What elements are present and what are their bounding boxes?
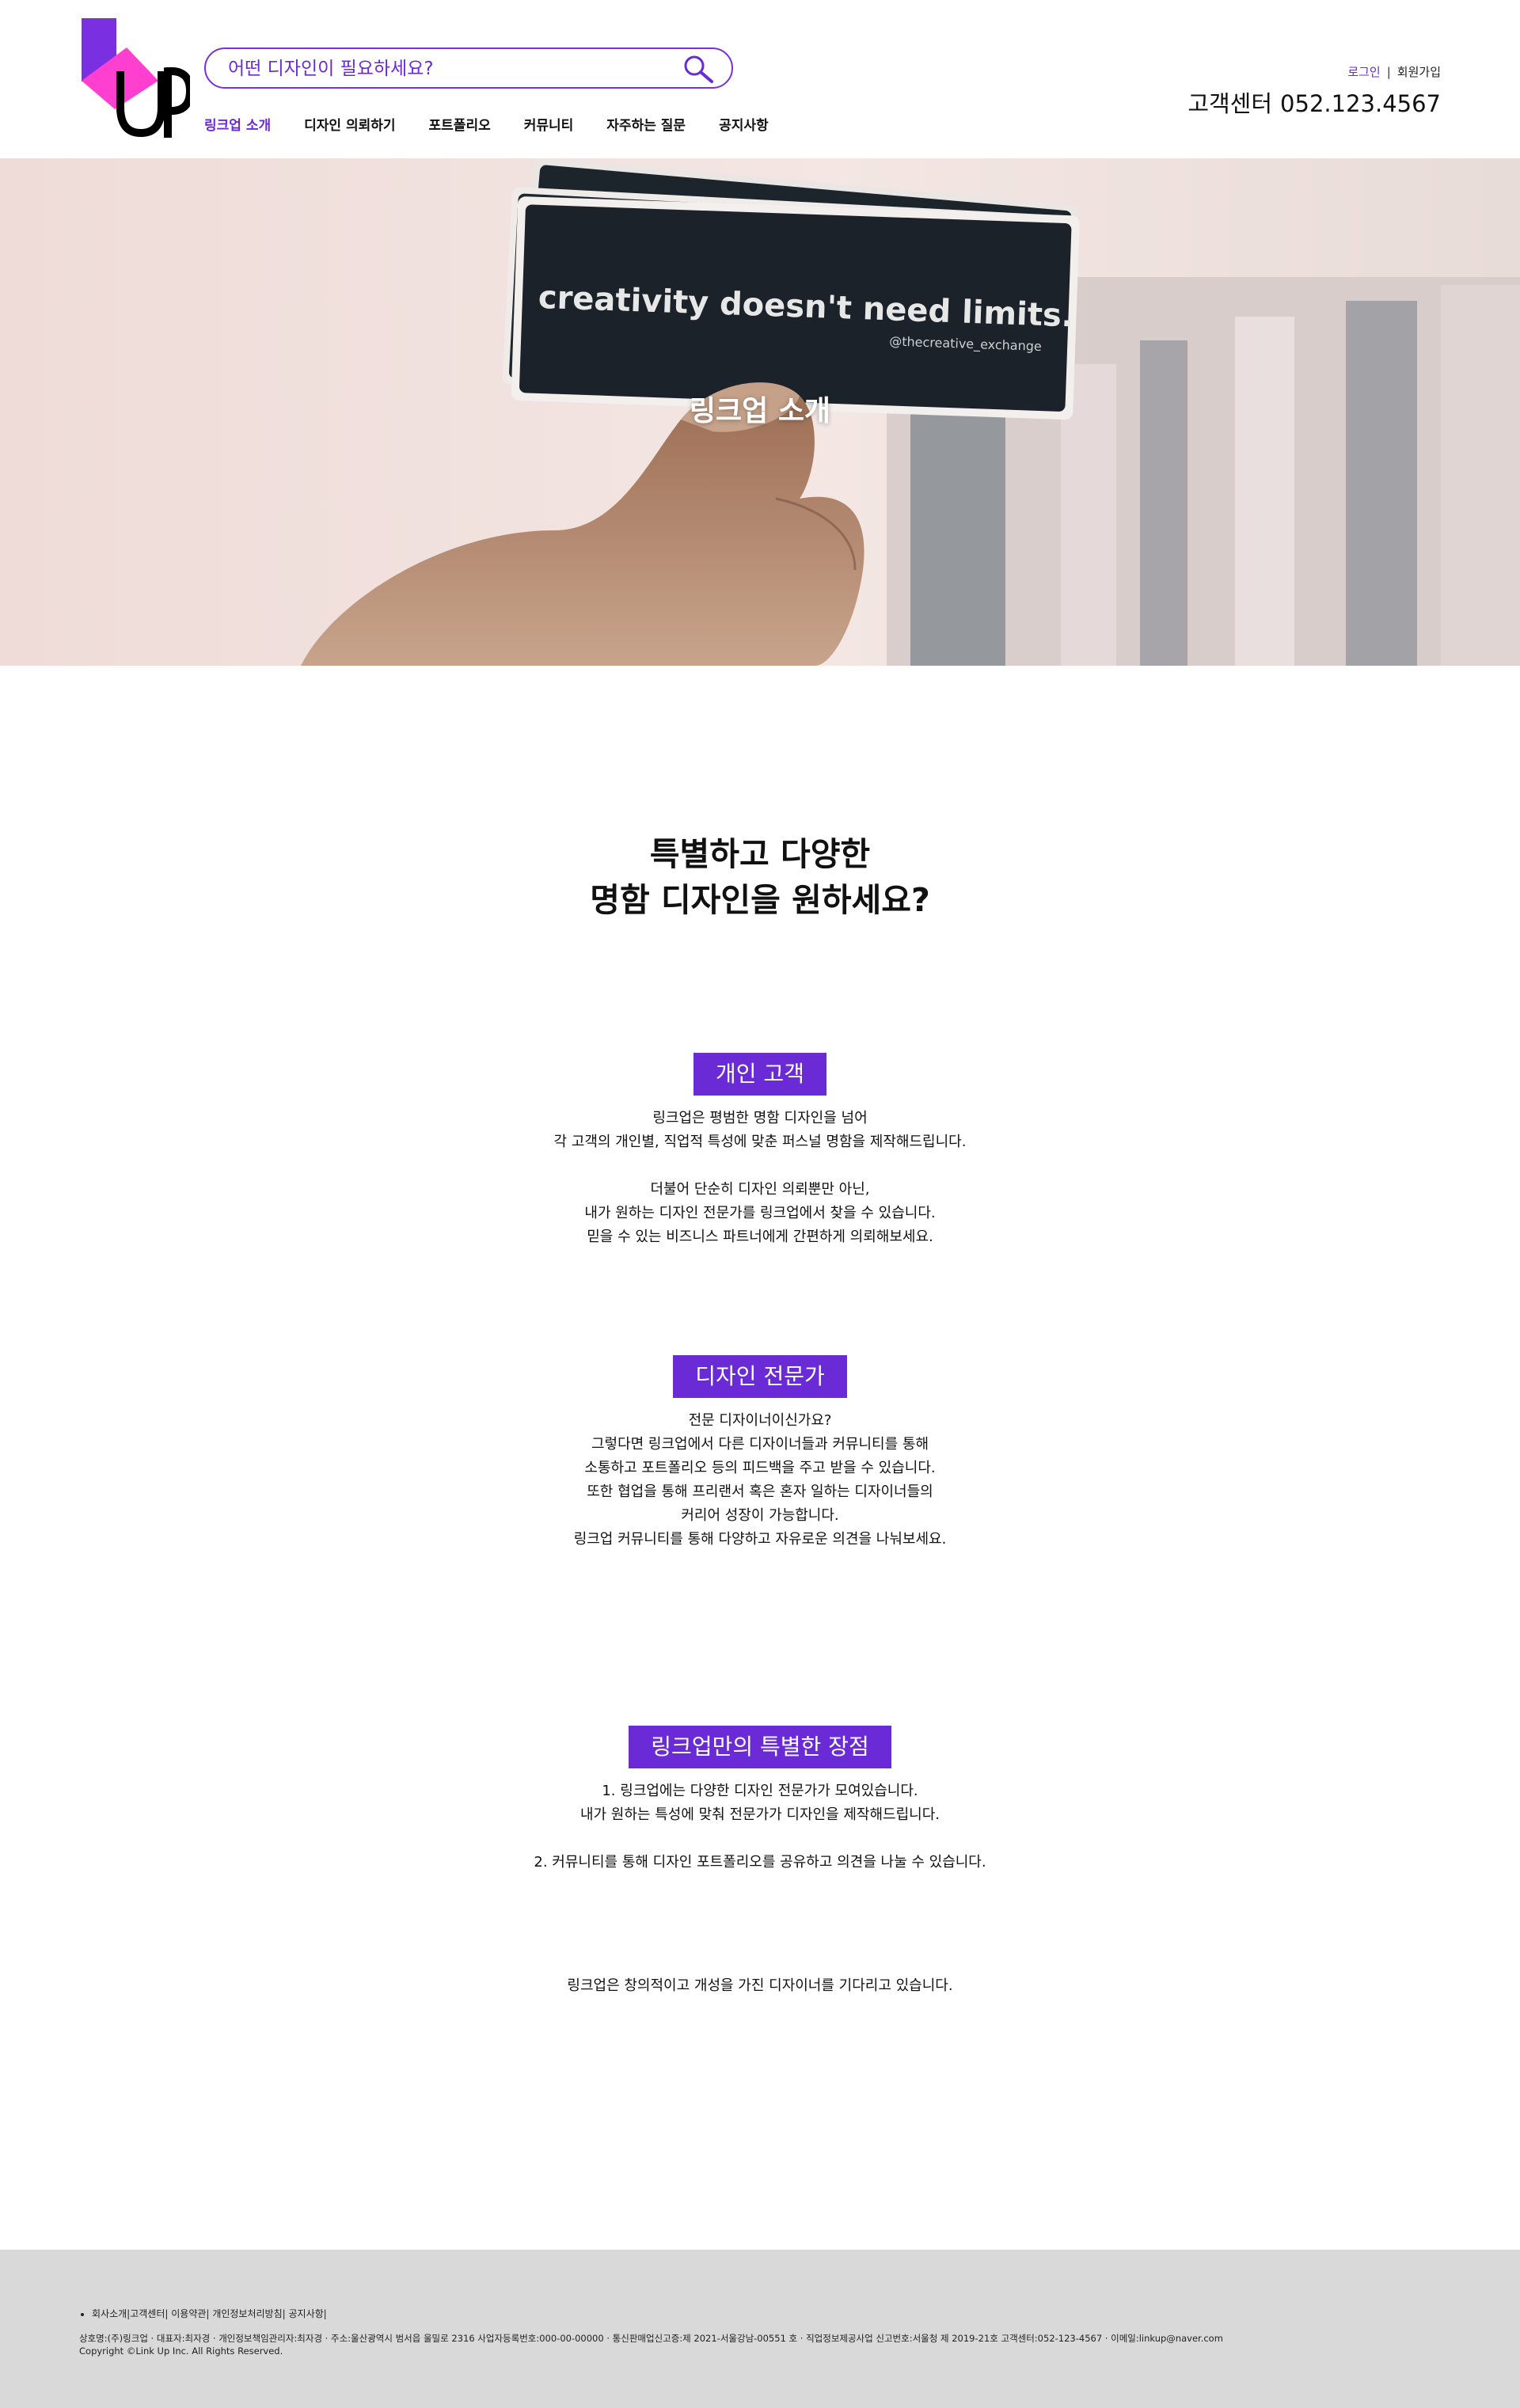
search-input[interactable] bbox=[226, 49, 673, 89]
user-links: 로그인 | 회원가입 bbox=[1347, 63, 1441, 80]
body-line: 2. 커뮤니티를 통해 디자인 포트폴리오를 공유하고 의견을 나눌 수 있습니… bbox=[534, 1854, 986, 1871]
nav-item-notice[interactable]: 공지사항 bbox=[719, 114, 769, 138]
body-line: 전문 디자이너이신가요? bbox=[688, 1412, 832, 1429]
body-line: 커리어 성장이 가능합니다. bbox=[681, 1507, 839, 1524]
footer-company-info: 상호명:(주)링크업 · 대표자:최자경 · 개인정보책임관리자:최자경 · 주… bbox=[79, 2332, 1441, 2357]
closing-text: 링크업은 창의적이고 개성을 가진 디자이너를 기다리고 있습니다. bbox=[567, 1977, 953, 1994]
company-info: 상호명:(주)링크업 · 대표자:최자경 · 개인정보책임관리자:최자경 · 주… bbox=[79, 2333, 1223, 2344]
section-badge: 링크업만의 특별한 장점 bbox=[629, 1726, 891, 1768]
intro-headline: 특별하고 다양한 명함 디자인을 원하세요? bbox=[0, 831, 1520, 923]
body-line: 믿을 수 있는 비즈니스 파트너에게 간편하게 의뢰해보세요. bbox=[587, 1229, 933, 1245]
footer-link-terms[interactable]: 이용약관| bbox=[171, 2308, 209, 2319]
customer-center-phone: 052.123.4567 bbox=[1280, 90, 1441, 117]
footer-link-customer-center[interactable]: 고객센터| bbox=[130, 2308, 168, 2319]
search-icon[interactable] bbox=[682, 54, 714, 84]
copyright: Copyright ©Link Up Inc. All Rights Reser… bbox=[79, 2345, 283, 2357]
site-header: 링크업 소개 디자인 의뢰하기 포트폴리오 커뮤니티 자주하는 질문 공지사항 … bbox=[0, 0, 1520, 158]
body-line: 소통하고 포트폴리오 등의 피드백을 주고 받을 수 있습니다. bbox=[584, 1460, 936, 1476]
section-design-expert: 디자인 전문가 전문 디자이너이신가요? 그렇다면 링크업에서 다른 디자이너들… bbox=[0, 1355, 1520, 1552]
section-badge: 디자인 전문가 bbox=[673, 1355, 847, 1398]
body-line: 더불어 단순히 디자인 의뢰뿐만 아닌, bbox=[650, 1181, 870, 1198]
body-line: 내가 원하는 디자인 전문가를 링크업에서 찾을 수 있습니다. bbox=[584, 1205, 936, 1221]
body-line: 내가 원하는 특성에 맞춰 전문가가 디자인을 제작해드립니다. bbox=[580, 1806, 940, 1823]
footer-link-notice[interactable]: 공지사항| bbox=[289, 2308, 327, 2319]
body-line: 그렇다면 링크업에서 다른 디자이너들과 커뮤니티를 통해 bbox=[591, 1436, 929, 1453]
nav-item-request-design[interactable]: 디자인 의뢰하기 bbox=[304, 114, 395, 138]
section-linkup-advantages: 링크업만의 특별한 장점 1. 링크업에는 다양한 디자인 전문가가 모여있습니… bbox=[0, 1726, 1520, 1874]
main-nav: 링크업 소개 디자인 의뢰하기 포트폴리오 커뮤니티 자주하는 질문 공지사항 bbox=[204, 114, 802, 138]
hero-title: 링크업 소개 bbox=[689, 395, 831, 427]
search-bar bbox=[204, 47, 733, 89]
intro-headline-line2: 명함 디자인을 원하세요? bbox=[590, 881, 930, 919]
body-line: 1. 링크업에는 다양한 디자인 전문가가 모여있습니다. bbox=[602, 1783, 918, 1799]
signup-link[interactable]: 회원가입 bbox=[1397, 65, 1441, 79]
nav-item-faq[interactable]: 자주하는 질문 bbox=[606, 114, 686, 138]
nav-item-about[interactable]: 링크업 소개 bbox=[204, 114, 271, 138]
nav-item-portfolio[interactable]: 포트폴리오 bbox=[429, 114, 491, 138]
section-body: 전문 디자이너이신가요? 그렇다면 링크업에서 다른 디자이너들과 커뮤니티를 … bbox=[0, 1409, 1520, 1552]
intro-headline-line1: 특별하고 다양한 bbox=[649, 835, 871, 873]
login-link[interactable]: 로그인 bbox=[1347, 65, 1380, 79]
hero-banner: creativity doesn't need limits. @thecrea… bbox=[0, 158, 1520, 666]
section-personal-customer: 개인 고객 링크업은 평범한 명함 디자인을 넘어 각 고객의 개인별, 직업적… bbox=[0, 1053, 1520, 1249]
body-line: 링크업은 평범한 명함 디자인을 넘어 bbox=[652, 1110, 868, 1126]
body-line: 링크업 커뮤니티를 통해 다양하고 자유로운 의견을 나눠보세요. bbox=[573, 1531, 947, 1548]
customer-center: 고객센터 052.123.4567 bbox=[1188, 85, 1441, 119]
body-line: 또한 협업을 통해 프리랜서 혹은 혼자 일하는 디자이너들의 bbox=[587, 1483, 933, 1500]
nav-item-community[interactable]: 커뮤니티 bbox=[524, 114, 574, 138]
section-body: 1. 링크업에는 다양한 디자인 전문가가 모여있습니다. 내가 원하는 특성에… bbox=[0, 1779, 1520, 1874]
body-line: 각 고객의 개인별, 직업적 특성에 맞춘 퍼스널 명함을 제작해드립니다. bbox=[553, 1134, 967, 1150]
section-badge: 개인 고객 bbox=[694, 1053, 826, 1096]
linkup-logo[interactable] bbox=[79, 16, 190, 139]
footer-link-company[interactable]: 회사소개| bbox=[92, 2307, 130, 2320]
section-body: 링크업은 평범한 명함 디자인을 넘어 각 고객의 개인별, 직업적 특성에 맞… bbox=[0, 1107, 1520, 1249]
divider: | bbox=[1386, 65, 1391, 79]
footer-link-privacy[interactable]: 개인정보처리방침| bbox=[212, 2308, 285, 2319]
site-footer: 회사소개| 고객센터| 이용약관| 개인정보처리방침| 공지사항| 상호명:(주… bbox=[0, 2250, 1520, 2408]
customer-center-label: 고객센터 bbox=[1188, 90, 1273, 117]
footer-links: 회사소개| 고객센터| 이용약관| 개인정보처리방침| 공지사항| bbox=[79, 2307, 327, 2320]
